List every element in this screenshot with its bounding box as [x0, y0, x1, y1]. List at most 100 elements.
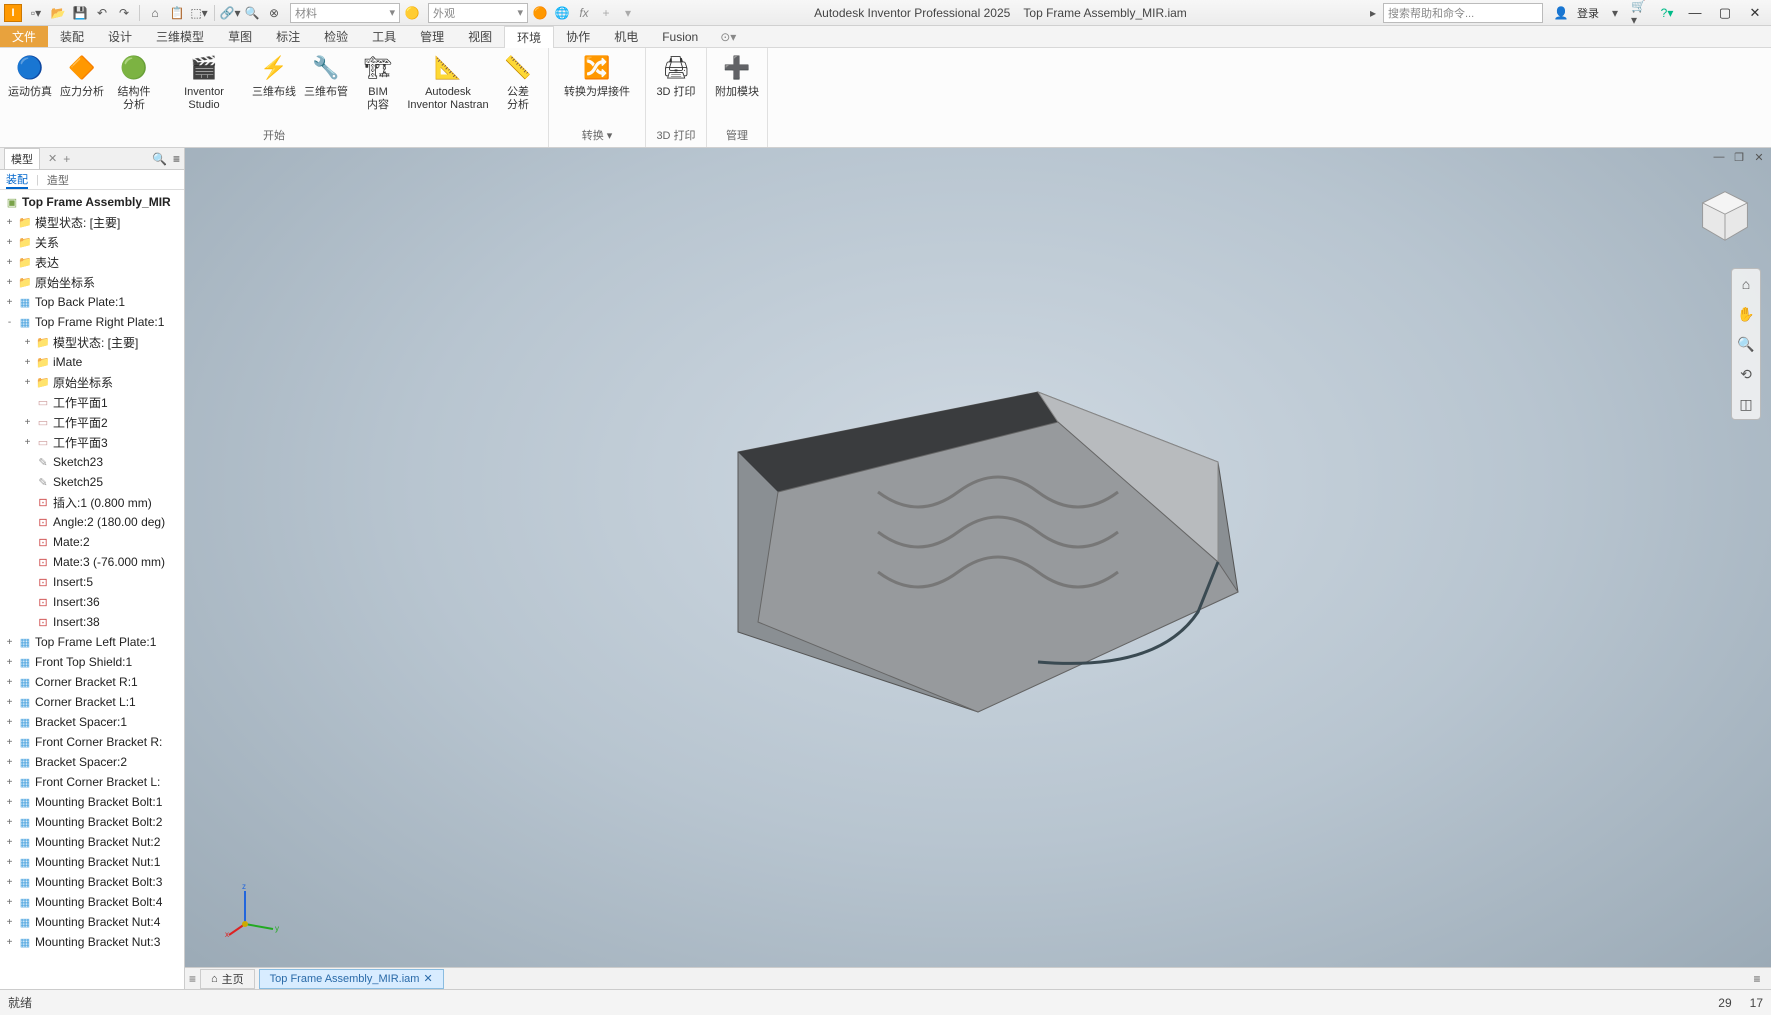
- tree-twisty-icon[interactable]: +: [4, 677, 15, 688]
- menu-tab-机电[interactable]: 机电: [602, 26, 650, 47]
- nav-home-icon[interactable]: ⌂: [1735, 273, 1757, 295]
- tree-twisty-icon[interactable]: +: [4, 817, 15, 828]
- clipboard-icon[interactable]: 📋: [167, 3, 187, 23]
- user-icon[interactable]: 👤: [1551, 3, 1571, 23]
- new-icon[interactable]: ▫▾: [26, 3, 46, 23]
- ribbon-button[interactable]: 📏公差分析: [494, 50, 542, 112]
- tree-row[interactable]: ⊡Insert:5: [0, 572, 184, 592]
- login-dropdown-icon[interactable]: ▾: [1605, 3, 1625, 23]
- menu-tab-协作[interactable]: 协作: [554, 26, 602, 47]
- doctab-active[interactable]: Top Frame Assembly_MIR.iam ✕: [259, 969, 444, 989]
- search-go-icon[interactable]: ▸: [1363, 3, 1383, 23]
- open-icon[interactable]: 📂: [48, 3, 68, 23]
- collaborate-icon[interactable]: ⊙▾: [720, 30, 736, 44]
- tree-row[interactable]: ⊡Mate:3 (-76.000 mm): [0, 552, 184, 572]
- tree-row[interactable]: +📁模型状态: [主要]: [0, 332, 184, 352]
- tree-row[interactable]: +▦Mounting Bracket Bolt:4: [0, 892, 184, 912]
- tree-row[interactable]: +▦Corner Bracket R:1: [0, 672, 184, 692]
- tree-row[interactable]: +▦Corner Bracket L:1: [0, 692, 184, 712]
- tree-row[interactable]: ⊡Insert:36: [0, 592, 184, 612]
- tree-row[interactable]: +▦Mounting Bracket Bolt:1: [0, 792, 184, 812]
- ribbon-button[interactable]: ➕附加模块: [713, 50, 761, 99]
- menu-tab-检验[interactable]: 检验: [312, 26, 360, 47]
- plus-icon[interactable]: +: [596, 3, 616, 23]
- tree-twisty-icon[interactable]: +: [4, 757, 15, 768]
- tree-row[interactable]: ⊡插入:1 (0.800 mm): [0, 492, 184, 512]
- appearance-adjust-icon[interactable]: 🟠: [530, 3, 550, 23]
- tree-row[interactable]: ✎Sketch25: [0, 472, 184, 492]
- cart-icon[interactable]: 🛒▾: [1631, 3, 1651, 23]
- tree-twisty-icon[interactable]: +: [4, 877, 15, 888]
- tree-row[interactable]: ⊡Mate:2: [0, 532, 184, 552]
- tree-row[interactable]: -▦Top Frame Right Plate:1: [0, 312, 184, 332]
- minimize-button[interactable]: —: [1683, 4, 1707, 22]
- tree-twisty-icon[interactable]: +: [22, 417, 33, 428]
- ribbon-button[interactable]: 🔶应力分析: [58, 50, 106, 99]
- tree-twisty-icon[interactable]: +: [4, 897, 15, 908]
- help-icon[interactable]: ?▾: [1657, 3, 1677, 23]
- tree-root[interactable]: ▣ Top Frame Assembly_MIR: [0, 192, 184, 212]
- menu-tab-管理[interactable]: 管理: [408, 26, 456, 47]
- tree-row[interactable]: +▦Front Corner Bracket R:: [0, 732, 184, 752]
- view-cube[interactable]: [1697, 188, 1753, 244]
- ribbon-button[interactable]: ⚡三维布线: [250, 50, 298, 99]
- tree-twisty-icon[interactable]: +: [4, 297, 15, 308]
- redo-icon[interactable]: ↷: [114, 3, 134, 23]
- measure-icon[interactable]: 🔍: [242, 3, 262, 23]
- tree-row[interactable]: +▦Bracket Spacer:2: [0, 752, 184, 772]
- model-tree[interactable]: ▣ Top Frame Assembly_MIR +📁模型状态: [主要]+📁关…: [0, 190, 184, 989]
- tree-row[interactable]: +▦Mounting Bracket Nut:2: [0, 832, 184, 852]
- doctab-list-icon[interactable]: ≡: [189, 972, 196, 986]
- help-search[interactable]: 搜索帮助和命令...: [1383, 3, 1543, 23]
- tree-row[interactable]: +▦Front Top Shield:1: [0, 652, 184, 672]
- tree-row[interactable]: +▦Bracket Spacer:1: [0, 712, 184, 732]
- menu-tab-装配[interactable]: 装配: [48, 26, 96, 47]
- menu-tab-工具[interactable]: 工具: [360, 26, 408, 47]
- select-icon[interactable]: ⬚▾: [189, 3, 209, 23]
- menu-tab-草图[interactable]: 草图: [216, 26, 264, 47]
- tree-row[interactable]: +📁原始坐标系: [0, 372, 184, 392]
- tree-twisty-icon[interactable]: +: [22, 337, 33, 348]
- nav-lookat-icon[interactable]: ◫: [1735, 393, 1757, 415]
- tree-row[interactable]: +📁原始坐标系: [0, 272, 184, 292]
- menu-tab-视图[interactable]: 视图: [456, 26, 504, 47]
- tree-row[interactable]: +▦Top Frame Left Plate:1: [0, 632, 184, 652]
- menu-tab-标注[interactable]: 标注: [264, 26, 312, 47]
- tree-twisty-icon[interactable]: +: [4, 657, 15, 668]
- menu-tab-环境[interactable]: 环境: [504, 26, 554, 48]
- nav-zoom-icon[interactable]: 🔍: [1735, 333, 1757, 355]
- menu-tab-设计[interactable]: 设计: [96, 26, 144, 47]
- tree-twisty-icon[interactable]: -: [4, 317, 15, 328]
- tree-twisty-icon[interactable]: +: [4, 277, 15, 288]
- viewport[interactable]: — ❐ ✕ ⌂ ✋ 🔍 ⟲ ◫ z y: [185, 148, 1771, 989]
- tree-twisty-icon[interactable]: +: [4, 917, 15, 928]
- home-icon[interactable]: ⌂: [145, 3, 165, 23]
- browser-tab-model[interactable]: 模型: [4, 148, 40, 169]
- tree-twisty-icon[interactable]: +: [4, 717, 15, 728]
- appearance-icon[interactable]: 🟡: [402, 3, 422, 23]
- tree-row[interactable]: +▦Top Back Plate:1: [0, 292, 184, 312]
- browser-menu-icon[interactable]: ≡: [173, 152, 180, 166]
- save-icon[interactable]: 💾: [70, 3, 90, 23]
- fx-icon[interactable]: fx: [574, 3, 594, 23]
- material-combo[interactable]: 材料▾: [290, 3, 400, 23]
- customize-icon[interactable]: ▾: [618, 3, 638, 23]
- ribbon-button[interactable]: 🔀转换为焊接件: [555, 50, 639, 99]
- globe-icon[interactable]: 🌐: [552, 3, 572, 23]
- tree-row[interactable]: +📁表达: [0, 252, 184, 272]
- tree-twisty-icon[interactable]: +: [22, 377, 33, 388]
- doctab-close-icon[interactable]: ✕: [423, 972, 432, 985]
- file-tab[interactable]: 文件: [0, 26, 48, 47]
- tree-row[interactable]: ▭工作平面1: [0, 392, 184, 412]
- ribbon-button[interactable]: 🏗BIM内容: [354, 50, 402, 112]
- appearance-combo[interactable]: 外观▾: [428, 3, 528, 23]
- link-icon[interactable]: 🔗▾: [220, 3, 240, 23]
- tree-row[interactable]: +▭工作平面3: [0, 432, 184, 452]
- tree-twisty-icon[interactable]: +: [4, 777, 15, 788]
- tree-twisty-icon[interactable]: +: [4, 837, 15, 848]
- tree-row[interactable]: ⊡Insert:38: [0, 612, 184, 632]
- tree-twisty-icon[interactable]: +: [4, 637, 15, 648]
- vp-close-icon[interactable]: ✕: [1751, 150, 1767, 164]
- vp-restore-icon[interactable]: ❐: [1731, 150, 1747, 164]
- ribbon-button[interactable]: 📐Autodesk Inventor Nastran: [406, 50, 490, 112]
